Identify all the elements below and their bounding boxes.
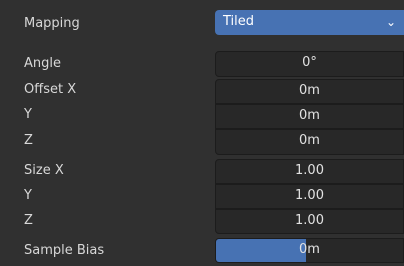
mapping-label: Mapping [24,16,80,31]
angle-value: 0° [302,55,317,70]
offset-y-label: Y [24,107,32,122]
offset-z-field[interactable]: 0m [215,129,404,155]
angle-field[interactable]: 0° [215,51,404,77]
size-x-label: Size X [24,163,64,178]
offset-z-label: Z [24,133,33,148]
size-y-label: Y [24,188,32,203]
offset-x-value: 0m [299,83,320,98]
size-z-field[interactable]: 1.00 [215,209,404,234]
size-z-value: 1.00 [295,213,324,228]
offset-x-label: Offset X [24,82,77,97]
offset-z-value: 0m [299,133,320,148]
offset-x-field[interactable]: 0m [215,79,404,104]
size-x-field[interactable]: 1.00 [215,159,404,184]
chevron-down-icon: ⌄ [385,15,396,29]
sample-bias-fill [216,239,306,262]
size-x-value: 1.00 [295,163,324,178]
mapping-value: Tiled [223,14,255,29]
offset-y-value: 0m [299,108,320,123]
texture-mapping-panel: Mapping Tiled ⌄ Angle 0° Offset X 0m Y 0… [0,0,404,266]
size-z-label: Z [24,213,33,228]
size-y-field[interactable]: 1.00 [215,184,404,209]
sample-bias-value: 0m [299,242,320,257]
sample-bias-label: Sample Bias [24,243,105,258]
size-y-value: 1.00 [295,188,324,203]
sample-bias-slider[interactable]: 0m [215,238,404,263]
mapping-dropdown[interactable]: Tiled ⌄ [215,10,404,35]
offset-y-field[interactable]: 0m [215,104,404,129]
angle-label: Angle [24,56,61,71]
